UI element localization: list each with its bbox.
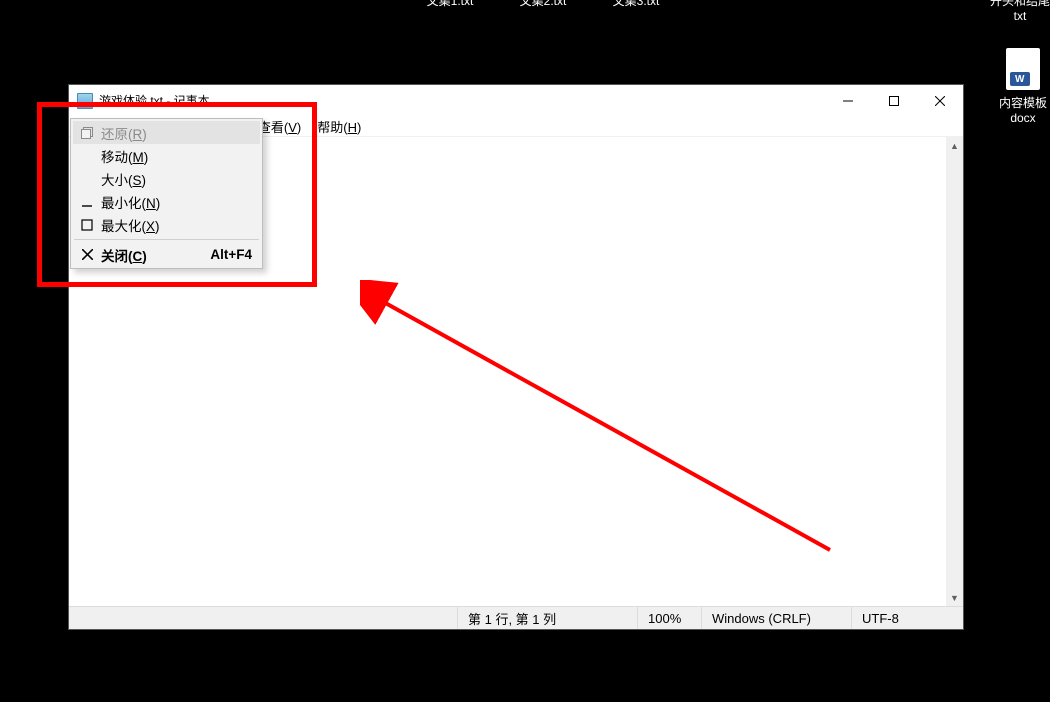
statusbar: 第 1 行, 第 1 列 100% Windows (CRLF) UTF-8 (69, 606, 963, 629)
window-title: 游戏体验.txt - 记事本 (99, 92, 210, 109)
system-menu-separator (74, 239, 259, 240)
system-menu-label: 最大化(X) (101, 215, 260, 235)
close-icon (73, 249, 101, 260)
system-menu-close[interactable]: 关闭(C) Alt+F4 (73, 243, 260, 266)
file-label: 内容模板 (988, 94, 1050, 111)
system-menu-shortcut: Alt+F4 (210, 247, 260, 262)
desktop-file-docx[interactable]: 内容模板 docx (988, 48, 1050, 125)
desktop-file-txt-2[interactable]: 文集2.txt (508, 0, 578, 9)
close-icon (935, 96, 945, 106)
system-menu-label: 还原(R) (101, 123, 260, 143)
system-menu-label: 最小化(N) (101, 192, 260, 212)
system-menu-minimize[interactable]: 最小化(N) (73, 190, 260, 213)
desktop-file-txt-3[interactable]: 文集3.txt (601, 0, 671, 9)
system-menu-move[interactable]: 移动(M) (73, 144, 260, 167)
file-label: 文集2.txt (508, 0, 578, 9)
maximize-button[interactable] (871, 85, 917, 116)
menu-help[interactable]: 帮助(H) (309, 115, 369, 138)
titlebar[interactable]: 游戏体验.txt - 记事本 (69, 85, 963, 116)
minimize-icon (843, 96, 853, 106)
file-label: txt (985, 9, 1050, 23)
notepad-icon[interactable] (77, 93, 93, 109)
maximize-icon (73, 219, 101, 231)
system-menu-label: 移动(M) (101, 146, 260, 166)
restore-icon (73, 127, 101, 139)
file-label: 开头和结尾 (985, 0, 1050, 9)
system-menu-size[interactable]: 大小(S) (73, 167, 260, 190)
status-filler (69, 607, 457, 629)
system-menu-label: 大小(S) (101, 169, 260, 189)
system-menu-maximize[interactable]: 最大化(X) (73, 213, 260, 236)
system-menu: 还原(R) 移动(M) 大小(S) 最小化(N) 最大化(X) 关闭(C) Al… (70, 118, 263, 269)
status-zoom: 100% (637, 607, 701, 629)
word-icon (1006, 48, 1040, 90)
system-menu-restore[interactable]: 还原(R) (73, 121, 260, 144)
vertical-scrollbar[interactable]: ▲ ▼ (946, 137, 963, 606)
desktop-file-txt-1[interactable]: 文集1.txt (415, 0, 485, 9)
status-line-ending: Windows (CRLF) (701, 607, 851, 629)
scroll-up-button[interactable]: ▲ (946, 137, 963, 154)
file-label: 文集3.txt (601, 0, 671, 9)
file-label: docx (988, 111, 1050, 125)
minimize-button[interactable] (825, 85, 871, 116)
status-encoding: UTF-8 (851, 607, 963, 629)
close-button[interactable] (917, 85, 963, 116)
desktop-file-txt-4[interactable]: 开头和结尾 txt (985, 0, 1050, 23)
system-menu-label: 关闭(C) (101, 245, 210, 265)
file-label: 文集1.txt (415, 0, 485, 9)
scroll-down-button[interactable]: ▼ (946, 589, 963, 606)
desktop: 文集1.txt 文集2.txt 文集3.txt 开头和结尾 txt 内容模板 d… (0, 0, 1050, 70)
maximize-icon (889, 96, 899, 106)
status-position: 第 1 行, 第 1 列 (457, 607, 637, 629)
minimize-icon (73, 196, 101, 208)
